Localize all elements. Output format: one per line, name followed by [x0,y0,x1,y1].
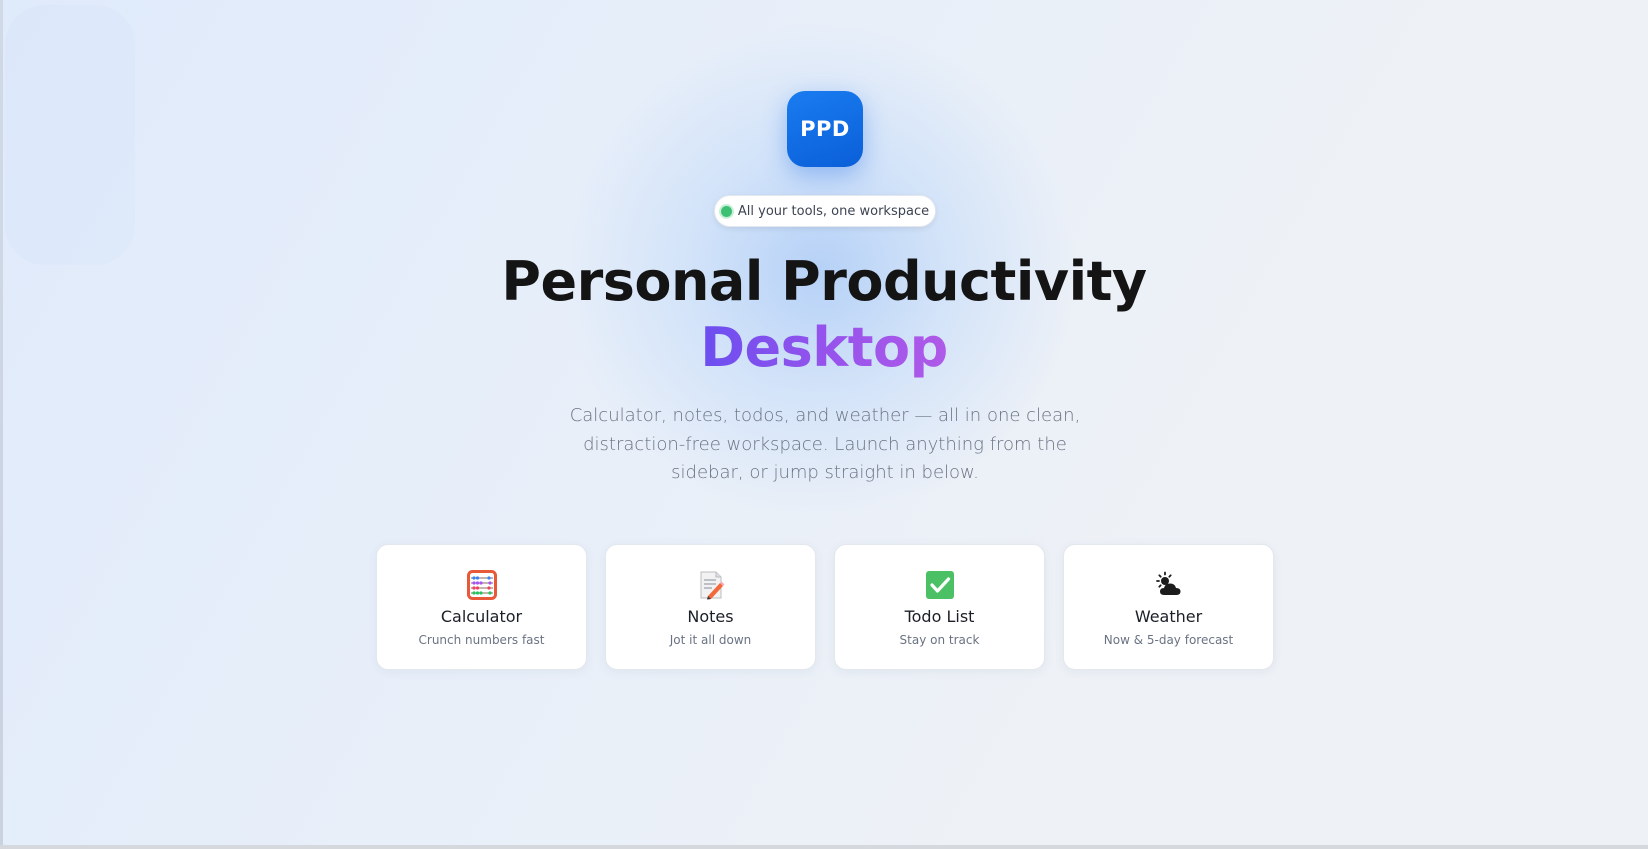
calculator-card-description: Crunch numbers fast [418,633,545,647]
page-subtitle: Calculator, notes, todos, and weather — … [569,405,1081,483]
calculator-card[interactable]: Calculator Crunch numbers fast [376,544,587,670]
calculator-card-title: Calculator [440,607,523,626]
todo-list-card-description: Stay on track [899,633,980,647]
tagline-badge: All your tools, one workspace [714,195,936,227]
weather-card-title: Weather [1134,607,1203,626]
todo-list-card-title: Todo List [904,607,975,626]
notes-card-description: Jot it all down [669,633,752,647]
window-bottom-edge [0,845,1648,849]
memo-icon [695,569,727,601]
app-logo-text: PPD [800,117,850,141]
app-logo: PPD [787,91,863,167]
notes-card-title: Notes [687,607,734,626]
todo-list-card[interactable]: Todo List Stay on track [834,544,1045,670]
weather-card-description: Now & 5-day forecast [1103,633,1234,647]
background-decoration [5,5,135,265]
page-title-accent: Desktop [0,316,1648,380]
tagline-text: All your tools, one workspace [737,203,930,219]
notes-card[interactable]: Notes Jot it all down [605,544,816,670]
app-launcher-cards: Calculator Crunch numbers fast Notes Jot… [376,544,1274,670]
welcome-page: PPD All your tools, one workspace Person… [0,0,1648,849]
window-left-edge [0,0,3,849]
page-title: Personal Productivity [501,250,1147,313]
page-title-accent-text: Desktop [700,316,948,379]
weather-card[interactable]: Weather Now & 5-day forecast [1063,544,1274,670]
check-box-icon [924,569,956,601]
status-dot-icon [720,205,732,217]
sun-behind-cloud-icon [1153,569,1185,601]
abacus-icon [466,569,498,601]
